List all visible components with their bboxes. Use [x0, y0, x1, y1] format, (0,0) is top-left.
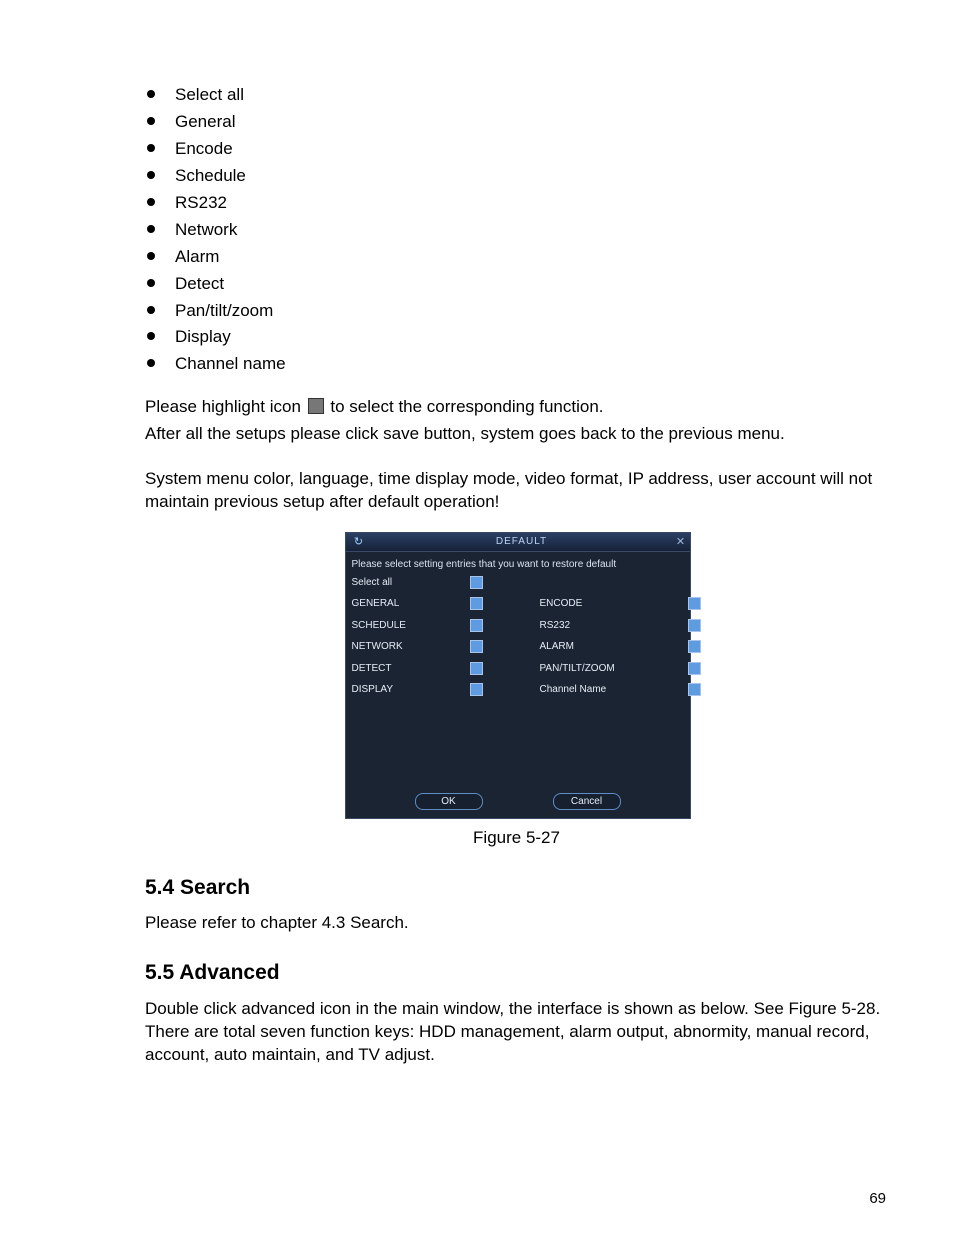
option-label: DETECT — [352, 662, 422, 680]
option-checkbox[interactable] — [470, 662, 492, 680]
dialog-prompt: Please select setting entries that you w… — [346, 552, 690, 576]
bullet-item: Select all — [175, 84, 888, 107]
checkbox-icon — [308, 398, 324, 414]
paragraph: Double click advanced icon in the main w… — [145, 998, 888, 1067]
bullet-item: RS232 — [175, 192, 888, 215]
option-checkbox[interactable] — [688, 683, 710, 701]
ok-button[interactable]: OK — [415, 793, 483, 811]
option-label: RS232 — [540, 619, 640, 637]
bullet-item: Encode — [175, 138, 888, 161]
option-label: DISPLAY — [352, 683, 422, 701]
default-dialog: ↻ DEFAULT ✕ Please select setting entrie… — [345, 532, 691, 819]
option-label: SCHEDULE — [352, 619, 422, 637]
option-label: ENCODE — [540, 597, 640, 615]
option-label: Select all — [352, 576, 422, 594]
paragraph: Please highlight icon to select the corr… — [145, 396, 888, 419]
document-page: Select all General Encode Schedule RS232… — [0, 0, 954, 1235]
page-number: 69 — [869, 1189, 886, 1209]
dialog-title: DEFAULT — [372, 535, 672, 549]
section-heading-search: 5.4 Search — [145, 874, 888, 902]
option-checkbox[interactable] — [688, 597, 710, 615]
paragraph: Please refer to chapter 4.3 Search. — [145, 912, 888, 935]
figure-caption: Figure 5-27 — [145, 827, 888, 850]
bullet-item: Display — [175, 326, 888, 349]
text: Please highlight icon — [145, 397, 306, 416]
bullet-item: General — [175, 111, 888, 134]
paragraph: System menu color, language, time displa… — [145, 468, 888, 514]
option-checkbox[interactable] — [470, 640, 492, 658]
option-label: GENERAL — [352, 597, 422, 615]
close-icon[interactable]: ✕ — [672, 535, 690, 550]
bullet-item: Channel name — [175, 353, 888, 376]
option-checkbox[interactable] — [688, 662, 710, 680]
text: to select the corresponding function. — [330, 397, 603, 416]
option-label: PAN/TILT/ZOOM — [540, 662, 640, 680]
option-checkbox[interactable] — [470, 683, 492, 701]
option-checkbox[interactable] — [688, 640, 710, 658]
option-label: ALARM — [540, 640, 640, 658]
bullet-item: Schedule — [175, 165, 888, 188]
paragraph: After all the setups please click save b… — [145, 423, 888, 446]
bullet-item: Network — [175, 219, 888, 242]
option-label: Channel Name — [540, 683, 640, 701]
figure-default-dialog: ↻ DEFAULT ✕ Please select setting entrie… — [345, 532, 689, 819]
checkbox-grid: Select all GENERAL ENCODE SCHEDULE RS232… — [346, 576, 690, 707]
bullet-item: Detect — [175, 273, 888, 296]
option-checkbox[interactable] — [470, 619, 492, 637]
option-checkbox[interactable] — [470, 576, 492, 594]
section-heading-advanced: 5.5 Advanced — [145, 959, 888, 987]
bullet-list: Select all General Encode Schedule RS232… — [145, 84, 888, 376]
dialog-titlebar: ↻ DEFAULT ✕ — [346, 533, 690, 552]
dialog-button-row: OK Cancel — [346, 787, 690, 819]
option-checkbox[interactable] — [688, 619, 710, 637]
refresh-icon[interactable]: ↻ — [346, 535, 372, 550]
option-checkbox[interactable] — [470, 597, 492, 615]
cancel-button[interactable]: Cancel — [553, 793, 621, 811]
option-label: NETWORK — [352, 640, 422, 658]
bullet-item: Alarm — [175, 246, 888, 269]
bullet-item: Pan/tilt/zoom — [175, 300, 888, 323]
